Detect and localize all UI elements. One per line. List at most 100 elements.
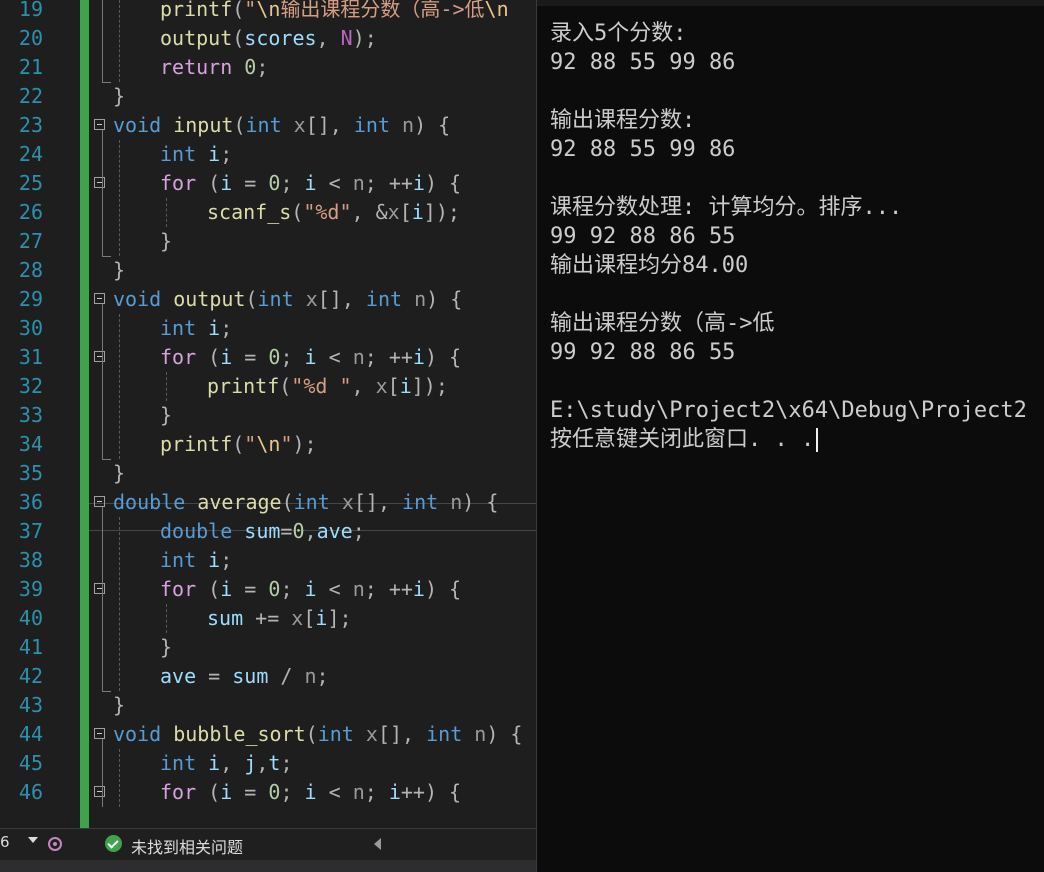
code-text[interactable]: } <box>160 401 172 430</box>
code-line[interactable]: 24 int i; <box>0 140 536 169</box>
code-token: } <box>113 84 126 108</box>
collapse-icon[interactable] <box>94 119 105 130</box>
code-token: i <box>304 171 317 195</box>
code-token: , <box>316 26 341 50</box>
code-text[interactable]: double average(int x[], int n) { <box>113 488 498 517</box>
code-line[interactable]: 43} <box>0 691 536 720</box>
code-text[interactable]: void bubble_sort(int x[], int n) { <box>113 720 522 749</box>
code-token: } <box>160 635 173 659</box>
code-line[interactable]: 21 return 0; <box>0 53 536 82</box>
code-token: void <box>113 113 162 137</box>
code-text[interactable]: return 0; <box>160 53 268 82</box>
code-text[interactable]: } <box>113 256 125 285</box>
code-text[interactable]: } <box>160 227 172 256</box>
code-text[interactable]: double sum=0,ave; <box>160 517 365 546</box>
line-number: 29 <box>18 287 43 311</box>
code-text[interactable]: for (i = 0; i < n; ++i) { <box>160 169 461 198</box>
code-line[interactable]: 44 void bubble_sort(int x[], int n) { <box>0 720 536 749</box>
code-text[interactable]: void input(int x[], int n) { <box>113 111 450 140</box>
code-text[interactable]: } <box>160 633 172 662</box>
code-editor[interactable]: 19 printf("\n输出课程分数（高->低\n 20 output(scores… <box>0 0 536 828</box>
code-line[interactable]: 38 int i; <box>0 546 536 575</box>
code-text[interactable]: for (i = 0; i < n; ++i) { <box>160 575 461 604</box>
code-text[interactable]: void output(int x[], int n) { <box>113 285 462 314</box>
code-line[interactable]: 19 printf("\n输出课程分数（高->低\n <box>0 0 536 24</box>
code-line[interactable]: 36 double average(int x[], int n) { <box>0 488 536 517</box>
code-line[interactable]: 32 printf("%d ", x[i]); <box>0 372 536 401</box>
code-line[interactable]: 22} <box>0 82 536 111</box>
code-text[interactable]: int i; <box>160 140 232 169</box>
code-token: ( <box>281 490 294 514</box>
collapse-icon[interactable] <box>94 583 105 594</box>
collapse-icon[interactable] <box>94 177 105 188</box>
code-line[interactable]: 26 scanf_s("%d", &x[i]); <box>0 198 536 227</box>
code-text[interactable]: output(scores, N); <box>160 24 377 53</box>
horizontal-scrollbar[interactable] <box>0 860 536 872</box>
code-line[interactable]: 41} <box>0 633 536 662</box>
code-text[interactable]: scanf_s("%d", &x[i]); <box>207 198 460 227</box>
code-line[interactable]: 23 void input(int x[], int n) { <box>0 111 536 140</box>
code-token: i <box>399 374 412 398</box>
code-token: ]); <box>411 374 448 398</box>
code-token: i <box>412 345 425 369</box>
console-line: 输出课程分数（高->低 <box>550 311 775 336</box>
line-number: 35 <box>18 461 43 485</box>
code-token: i <box>208 548 221 572</box>
code-token: [ <box>387 374 400 398</box>
code-token: ; <box>220 316 233 340</box>
zoom-dropdown-icon[interactable] <box>28 837 38 843</box>
code-line[interactable]: 45 int i, j,t; <box>0 749 536 778</box>
code-text[interactable]: for (i = 0; i < n; i++) { <box>160 778 461 807</box>
outline-guide <box>102 0 103 82</box>
code-line[interactable]: 20 output(scores, N); <box>0 24 536 53</box>
collapse-icon[interactable] <box>94 496 105 507</box>
issues-status-text[interactable]: 未找到相关问题 <box>131 834 243 858</box>
code-line[interactable]: 39 for (i = 0; i < n; ++i) { <box>0 575 536 604</box>
code-line[interactable]: 27} <box>0 227 536 256</box>
code-line[interactable]: 29 void output(int x[], int n) { <box>0 285 536 314</box>
code-text[interactable]: printf("\n输出课程分数（高->低\n <box>160 0 509 24</box>
scroll-left-arrow-icon[interactable] <box>374 838 381 850</box>
code-line[interactable]: 40 sum += x[i]; <box>0 604 536 633</box>
code-text[interactable]: ave = sum / n; <box>160 662 329 691</box>
code-token: < <box>316 171 353 195</box>
collapse-icon[interactable] <box>94 728 105 739</box>
code-line[interactable]: 33} <box>0 401 536 430</box>
console-window[interactable]: 录入5个分数: 92 88 55 99 86 输出课程分数: 92 88 55 99 … <box>536 0 1044 872</box>
code-text[interactable]: } <box>113 82 125 111</box>
copilot-icon[interactable] <box>46 835 64 853</box>
code-token: ( <box>196 577 221 601</box>
code-text[interactable]: int i; <box>160 546 232 575</box>
collapse-icon[interactable] <box>94 351 105 362</box>
code-token: i <box>304 577 317 601</box>
code-token: [], <box>305 113 354 137</box>
code-text[interactable]: } <box>113 459 125 488</box>
collapse-icon[interactable] <box>94 293 105 304</box>
code-text[interactable]: int i; <box>160 314 232 343</box>
code-line[interactable]: 35} <box>0 459 536 488</box>
code-line[interactable]: 46 for (i = 0; i < n; i++) { <box>0 778 536 807</box>
code-line[interactable]: 30 int i; <box>0 314 536 343</box>
code-text[interactable]: int i, j,t; <box>160 749 293 778</box>
code-line[interactable]: 25 for (i = 0; i < n; ++i) { <box>0 169 536 198</box>
code-text[interactable]: printf("\n"); <box>160 430 317 459</box>
line-number: 41 <box>18 635 43 659</box>
code-token: ); <box>292 432 317 456</box>
code-line[interactable]: 34 printf("\n"); <box>0 430 536 459</box>
collapse-icon[interactable] <box>94 786 105 797</box>
code-line[interactable]: 28} <box>0 256 536 285</box>
code-line[interactable]: 42 ave = sum / n; <box>0 662 536 691</box>
code-text[interactable]: } <box>113 691 125 720</box>
code-text[interactable]: sum += x[i]; <box>207 604 352 633</box>
code-line[interactable]: 31 for (i = 0; i < n; ++i) { <box>0 343 536 372</box>
zoom-level[interactable]: 6 <box>0 833 10 851</box>
code-token: ) { <box>424 577 462 601</box>
code-text[interactable]: printf("%d ", x[i]); <box>207 372 448 401</box>
code-token: ++) { <box>400 780 462 804</box>
code-line[interactable]: 37 double sum=0,ave; <box>0 517 536 546</box>
console-line: 录入5个分数: <box>550 21 687 46</box>
code-text[interactable]: for (i = 0; i < n; ++i) { <box>160 343 461 372</box>
